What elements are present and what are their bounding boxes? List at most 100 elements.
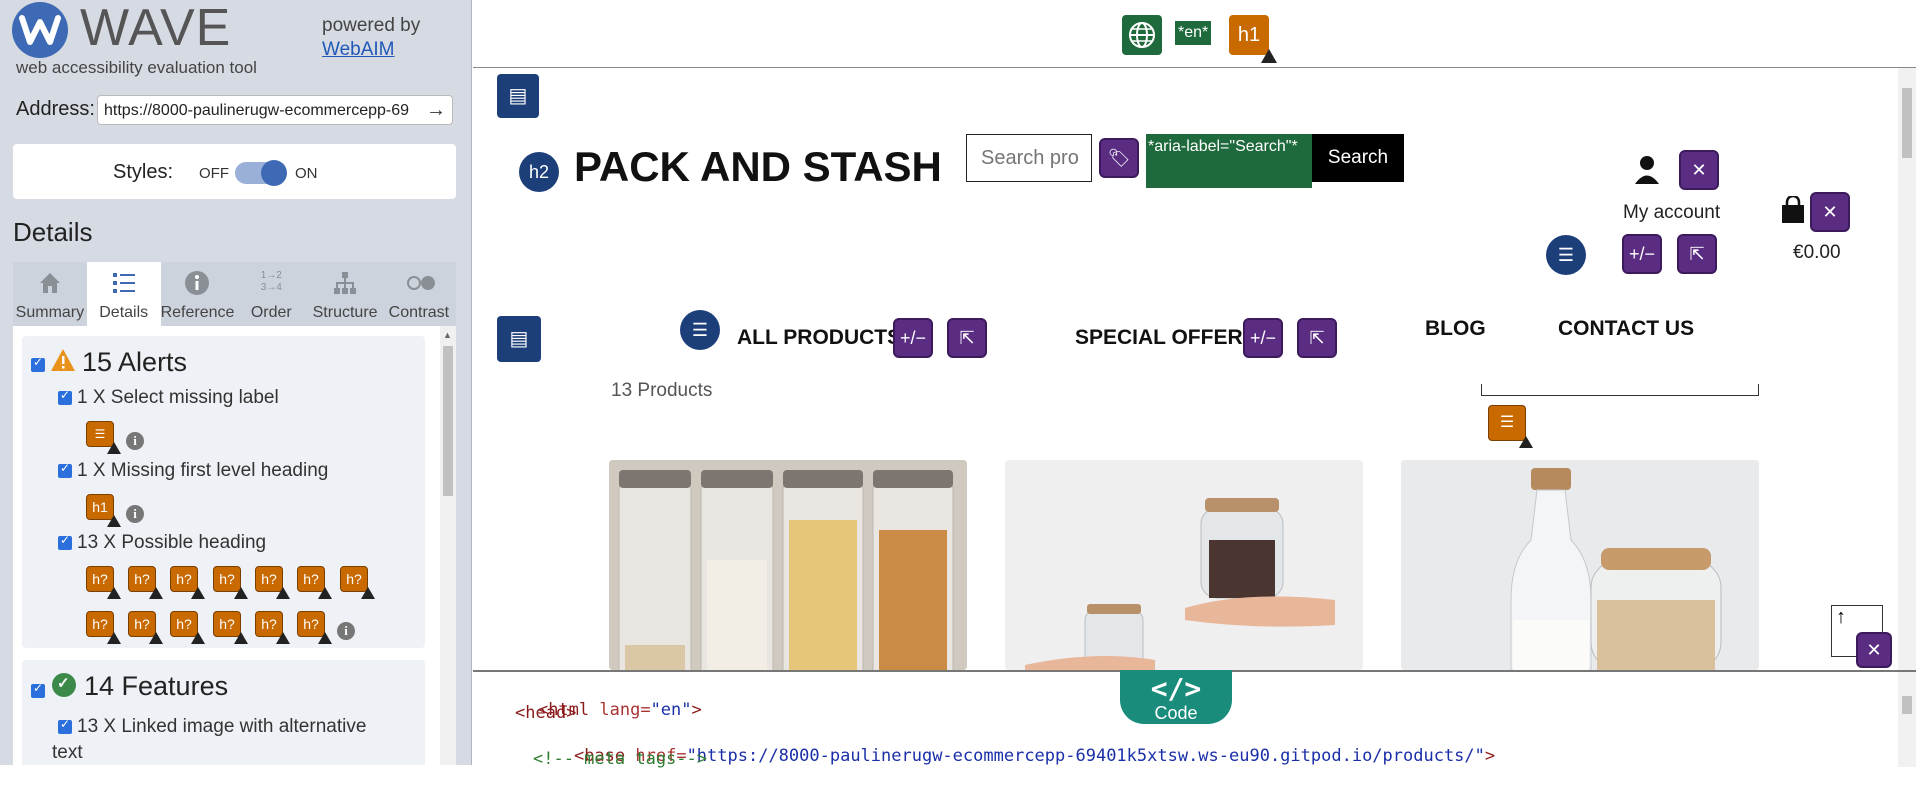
alert-possible-heading[interactable]: 13 X Possible heading [77,532,266,554]
possible-heading-icon[interactable]: h? [86,566,121,599]
aria-expanded-icon[interactable]: +/− [1622,234,1662,274]
possible-heading-icon[interactable]: h? [86,611,121,644]
possible-heading-icon[interactable]: h? [213,566,248,599]
tab-structure[interactable]: Structure [308,262,382,326]
missing-h1-icon[interactable]: h1 [86,494,121,527]
possible-heading-icon[interactable]: h? [255,566,290,599]
aria-hidden-icon[interactable]: ✕ [1856,632,1892,668]
code-toggle-tab[interactable]: </> Code [1120,670,1232,724]
wave-sidebar: WAVE web accessibility evaluation tool p… [0,0,472,765]
list-icon [111,270,137,296]
nav-special-offers[interactable]: SPECIAL OFFERS [1075,326,1257,350]
nav-all-products[interactable]: ALL PRODUCTS [737,326,901,350]
address-input[interactable] [104,100,420,122]
list-structure-icon[interactable]: ☰ [1546,235,1586,275]
possible-heading-icon[interactable]: h? [170,566,205,599]
code-scrollbar[interactable] [1898,672,1916,767]
possible-heading-icon[interactable]: h? [340,566,375,599]
aria-expanded-icon[interactable]: +/− [1243,318,1283,358]
possible-heading-icon[interactable]: h? [170,611,205,644]
code-scroll-thumb[interactable] [1902,696,1912,714]
nav-contact-us[interactable]: CONTACT US [1558,317,1694,341]
info-icon[interactable]: i [126,432,144,450]
panel-tabs: Summary Details Reference 1→2 3→4 Order S… [13,262,456,326]
info-icon[interactable]: i [126,505,144,523]
page-preview: *en* h1 ▤ h2 PACK AND STASH 🏷 *aria-labe… [473,0,1916,670]
info-icon [184,270,210,296]
nav-structure-icon[interactable]: ▤ [497,316,541,362]
sort-select-box[interactable] [1481,384,1759,396]
language-chip[interactable]: *en* [1175,21,1212,45]
nav-blog[interactable]: BLOG [1425,317,1486,341]
header-structure-icon[interactable]: ▤ [497,74,539,118]
tab-reference[interactable]: Reference [161,262,234,326]
wave-logo-icon [12,2,68,58]
code-line: <head> [515,703,577,723]
aria-hidden-icon[interactable]: ✕ [1679,150,1719,190]
scroll-up-icon[interactable]: ▲ [443,330,452,340]
brand-title[interactable]: PACK AND STASH [574,143,942,191]
code-panel: </> Code <html lang="en"> <head> <base h… [473,670,1916,769]
address-field: → [97,95,453,125]
scroll-thumb[interactable] [443,346,453,496]
code-icon: </> [1150,672,1202,705]
aria-popup-icon[interactable]: ⇱ [1677,234,1717,274]
features-group: 14 Features 13 X Linked image with alter… [22,660,425,765]
search-button[interactable]: Search [1312,134,1404,182]
account-icon[interactable] [1633,155,1661,185]
features-checkbox[interactable] [31,681,45,698]
wave-logo-text: WAVE [80,0,232,57]
alert-select-missing-label[interactable]: 1 X Select missing label [77,387,279,409]
tab-contrast[interactable]: Contrast [382,262,456,326]
h2-heading-icon[interactable]: h2 [519,152,559,192]
page-scroll-thumb[interactable] [1902,88,1912,158]
select-missing-label-icon[interactable]: ☰ [86,421,121,454]
product-image-hands-jars[interactable] [1005,460,1363,670]
aria-hidden-icon[interactable]: ✕ [1810,192,1850,232]
shopping-bag-icon[interactable] [1780,194,1806,224]
alert-missing-h1[interactable]: 1 X Missing first level heading [77,460,328,482]
aria-expanded-icon[interactable]: +/− [893,318,933,358]
missing-h1-alert-icon[interactable]: h1 [1229,15,1277,63]
possible-heading-icon[interactable]: h? [297,566,332,599]
feature-check-icon [52,673,76,697]
webaim-link[interactable]: WebAIM [322,39,395,61]
possible-heading-icon[interactable]: h? [255,611,290,644]
cart-total[interactable]: €0.00 [1793,242,1841,264]
alert-h1-checkbox[interactable] [58,461,72,478]
possible-heading-icon[interactable]: h? [128,611,163,644]
tab-order[interactable]: 1→2 3→4 Order [234,262,308,326]
feature-linked-image-checkbox[interactable] [58,717,72,734]
my-account-link[interactable]: My account [1623,202,1720,224]
aria-tag-icon[interactable]: 🏷 [1099,138,1139,178]
product-image-bottle-jar[interactable] [1401,460,1759,670]
possible-heading-icon[interactable]: h? [128,566,163,599]
alert-select-checkbox[interactable] [58,388,72,405]
info-icon[interactable]: i [337,622,355,640]
select-missing-label-icon[interactable]: ☰ [1488,405,1533,448]
feature-linked-image-line1[interactable]: 13 X Linked image with alternative [77,716,366,738]
scroll-to-top-button[interactable]: ↑ ✕ [1831,605,1892,668]
aria-popup-icon[interactable]: ⇱ [1297,318,1337,358]
feature-linked-image-line2[interactable]: text [52,742,83,764]
styles-toggle[interactable] [235,160,287,186]
language-globe-icon[interactable] [1122,15,1162,55]
tab-summary[interactable]: Summary [13,262,87,326]
possible-heading-icon[interactable]: h? [213,611,248,644]
aria-popup-icon[interactable]: ⇱ [947,318,987,358]
aria-label-chip[interactable]: *aria-label="Search"* [1146,134,1312,188]
details-scrollbar[interactable]: ▲ [440,326,456,765]
go-arrow-icon[interactable]: → [426,99,446,122]
tab-details[interactable]: Details [86,262,161,326]
possible-heading-icon[interactable]: h? [297,611,332,644]
order-icon: 1→2 3→4 [260,270,282,293]
alerts-checkbox[interactable] [31,355,45,372]
page-scrollbar[interactable] [1898,68,1916,670]
alert-possible-heading-checkbox[interactable] [58,533,72,550]
search-input[interactable] [966,134,1092,182]
powered-by-text: powered by [322,15,421,36]
product-image-jars[interactable] [609,460,967,670]
products-count: 13 Products [611,380,713,401]
list-structure-icon[interactable]: ☰ [680,310,720,350]
contrast-icon [406,270,435,296]
